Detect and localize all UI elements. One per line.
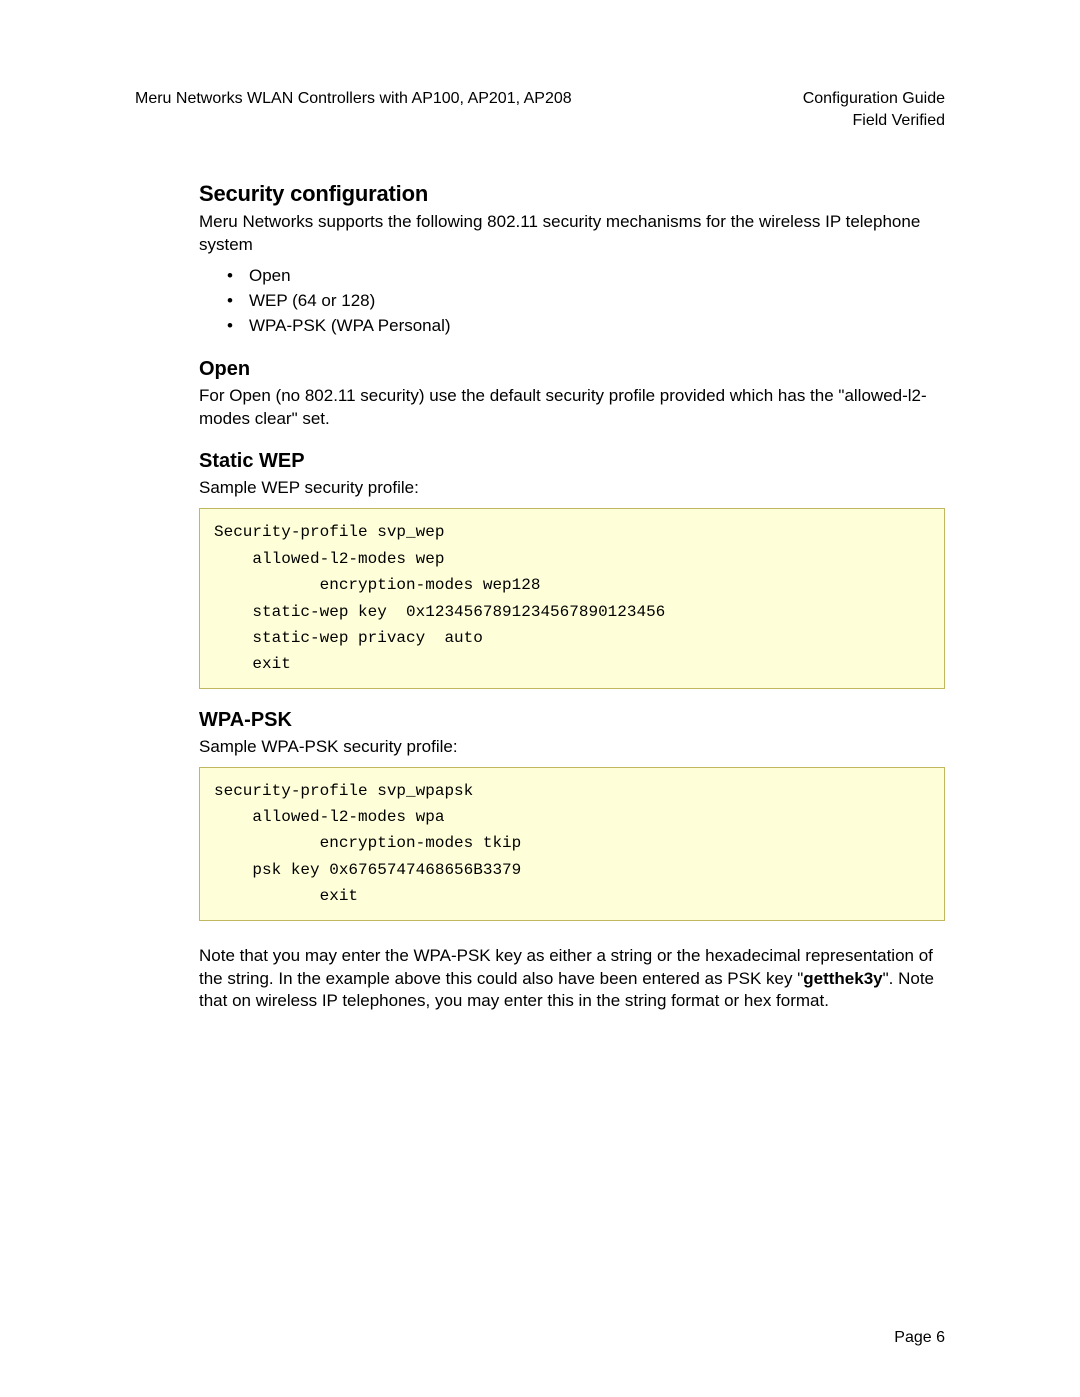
- body-content: Security configuration Meru Networks sup…: [199, 179, 945, 1013]
- wep-intro: Sample WEP security profile:: [199, 477, 945, 500]
- open-heading: Open: [199, 356, 945, 383]
- page-number: Page 6: [894, 1327, 945, 1349]
- wep-heading: Static WEP: [199, 448, 945, 475]
- header-right-line2: Field Verified: [803, 110, 945, 132]
- security-bullets: Open WEP (64 or 128) WPA-PSK (WPA Person…: [199, 265, 945, 338]
- header-left: Meru Networks WLAN Controllers with AP10…: [135, 88, 572, 110]
- list-item: Open: [227, 265, 945, 288]
- wep-code-block: Security-profile svp_wep allowed-l2-mode…: [199, 508, 945, 688]
- note-bold-key: getthek3y: [803, 969, 882, 988]
- wpa-intro: Sample WPA-PSK security profile:: [199, 736, 945, 759]
- header-right: Configuration Guide Field Verified: [803, 88, 945, 131]
- document-page: Meru Networks WLAN Controllers with AP10…: [0, 0, 1080, 1397]
- list-item: WEP (64 or 128): [227, 290, 945, 313]
- running-header: Meru Networks WLAN Controllers with AP10…: [135, 88, 945, 131]
- wpa-heading: WPA-PSK: [199, 707, 945, 734]
- open-paragraph: For Open (no 802.11 security) use the de…: [199, 385, 945, 431]
- header-right-line1: Configuration Guide: [803, 88, 945, 110]
- intro-paragraph: Meru Networks supports the following 802…: [199, 211, 945, 257]
- wpa-code-block: security-profile svp_wpapsk allowed-l2-m…: [199, 767, 945, 921]
- note-paragraph: Note that you may enter the WPA-PSK key …: [199, 945, 945, 1014]
- section-title: Security configuration: [199, 179, 945, 209]
- list-item: WPA-PSK (WPA Personal): [227, 315, 945, 338]
